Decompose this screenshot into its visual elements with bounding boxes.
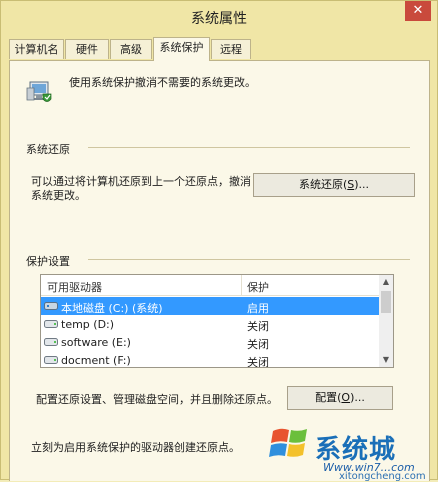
drive-icon bbox=[44, 356, 58, 364]
drive-row-c[interactable]: 本地磁盘 (C:) (系统) 启用 bbox=[41, 297, 379, 315]
drive-icon bbox=[44, 320, 58, 328]
system-properties-window: 系统属性 ✕ 计算机名 硬件 高级 系统保护 远程 使用系统保护撤消不需要的系统… bbox=[0, 0, 438, 482]
create-text: 立刻为启用系统保护的驱动器创建还原点。 bbox=[31, 441, 240, 454]
drive-row-e[interactable]: software (E:) 关闭 bbox=[41, 333, 379, 351]
configure-button-text: 配置( bbox=[315, 391, 342, 404]
restore-description-line2: 系统更改。 bbox=[31, 189, 86, 202]
system-restore-button-text: 系统还原( bbox=[298, 178, 348, 191]
tab-system-protection[interactable]: 系统保护 bbox=[153, 37, 210, 61]
drive-row-d[interactable]: temp (D:) 关闭 bbox=[41, 315, 379, 333]
tab-remote[interactable]: 远程 bbox=[211, 39, 251, 59]
system-restore-button[interactable]: 系统还原(S)... bbox=[253, 173, 415, 197]
drive-name: software (E:) bbox=[61, 336, 131, 349]
configure-button[interactable]: 配置(O)... bbox=[287, 386, 393, 410]
site-watermark: 系统城 Www.win7...com xitongcheng.com bbox=[269, 419, 438, 482]
drive-list[interactable]: 可用驱动器 保护 本地磁盘 (C:) (系统) 启用 temp (D:) 关闭 bbox=[40, 274, 394, 368]
drive-list-scrollbar[interactable]: ▲ ▼ bbox=[379, 275, 393, 367]
drive-protection: 关闭 bbox=[247, 320, 269, 333]
drive-list-header: 可用驱动器 保护 bbox=[41, 275, 379, 296]
column-divider[interactable] bbox=[241, 275, 242, 295]
drive-protection: 关闭 bbox=[247, 338, 269, 351]
drive-protection: 关闭 bbox=[247, 356, 269, 368]
configure-button-suffix: )... bbox=[350, 391, 365, 404]
scroll-thumb[interactable] bbox=[381, 291, 391, 313]
drive-row-f[interactable]: docment (F:) 关闭 bbox=[41, 351, 379, 368]
configure-button-key: O bbox=[341, 391, 351, 404]
drive-name: 本地磁盘 (C:) (系统) bbox=[61, 302, 163, 315]
scroll-down-icon[interactable]: ▼ bbox=[379, 353, 393, 367]
drive-icon bbox=[44, 338, 58, 346]
tab-hardware[interactable]: 硬件 bbox=[65, 39, 109, 59]
restore-section-title: 系统还原 bbox=[26, 143, 70, 156]
protection-section-divider bbox=[88, 259, 410, 260]
tab-advanced[interactable]: 高级 bbox=[110, 39, 152, 59]
column-drive[interactable]: 可用驱动器 bbox=[47, 279, 102, 295]
restore-section-divider bbox=[88, 147, 410, 148]
system-protection-panel: 使用系统保护撤消不需要的系统更改。 系统还原 可以通过将计算机还原到上一个还原点… bbox=[9, 60, 430, 481]
system-drive-icon bbox=[44, 302, 58, 310]
window-title: 系统属性 bbox=[191, 11, 247, 27]
configure-text: 配置还原设置、管理磁盘空间，并且删除还原点。 bbox=[36, 393, 278, 406]
tab-computer-name[interactable]: 计算机名 bbox=[9, 39, 64, 59]
close-button[interactable]: ✕ bbox=[405, 1, 431, 21]
drive-name: temp (D:) bbox=[61, 318, 115, 331]
computer-shield-icon bbox=[26, 81, 52, 102]
system-restore-button-suffix: )... bbox=[354, 178, 370, 191]
scroll-up-icon[interactable]: ▲ bbox=[379, 275, 393, 289]
drive-protection: 启用 bbox=[247, 302, 269, 315]
watermark-url-secondary: xitongcheng.com bbox=[339, 471, 426, 482]
title-bar[interactable]: 系统属性 ✕ bbox=[1, 1, 437, 31]
drive-name: docment (F:) bbox=[61, 354, 131, 367]
intro-text: 使用系统保护撤消不需要的系统更改。 bbox=[69, 76, 256, 89]
windows-logo-icon bbox=[269, 428, 307, 457]
column-protection[interactable]: 保护 bbox=[247, 279, 269, 295]
protection-section-title: 保护设置 bbox=[26, 255, 70, 268]
